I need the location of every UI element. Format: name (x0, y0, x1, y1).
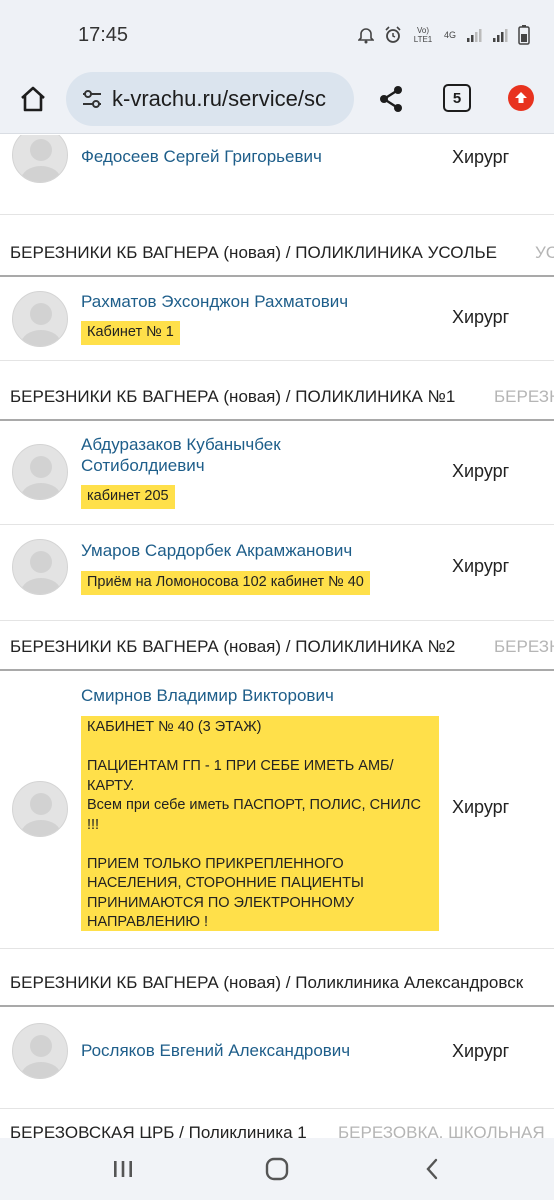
system-nav-bar (0, 1138, 554, 1200)
back-icon (426, 1158, 438, 1180)
home-button[interactable] (16, 82, 50, 116)
signal-icon (466, 24, 482, 46)
status-icons: Vo) LTE1 4G (357, 24, 530, 46)
alarm-icon (384, 24, 402, 46)
doctor-name[interactable]: Умаров Сардорбек Акрамжанович (81, 541, 352, 561)
clinic-section-header[interactable]: БЕРЕЗНИКИ КБ ВАГНЕРА (новая) / ПОЛИКЛИНИ… (0, 625, 554, 671)
doctor-specialty: Хирург (452, 556, 510, 576)
next-clinic-tab[interactable]: УС (535, 243, 554, 263)
note-line: !!! (87, 816, 100, 833)
volte-icon: Vo) LTE1 (412, 24, 434, 46)
doctor-specialty: Хирург (452, 1041, 510, 1061)
url-bar[interactable]: k-vrachu.ru/service/sc (66, 72, 354, 126)
status-time: 17:45 (78, 24, 129, 46)
status-bar: 17:45 Vo) LTE1 4G (0, 0, 554, 68)
next-clinic-tab[interactable]: БЕРЕЗН (494, 637, 554, 657)
avatar (12, 291, 68, 347)
avatar (12, 781, 68, 837)
next-clinic-tab[interactable]: БЕРЕЗОВКА, ШКОЛЬНАЯ (338, 1123, 545, 1138)
clinic-section-title: БЕРЕЗНИКИ КБ ВАГНЕРА (новая) / ПОЛИКЛИНИ… (10, 637, 456, 656)
note-line: ПРИНИМАЮТСЯ ПО ЭЛЕКТРОННОМУ (87, 894, 355, 911)
doctor-row[interactable]: Умаров Сардорбек Акрамжанович Приём на Л… (0, 525, 554, 621)
clinic-section-header[interactable]: БЕРЕЗНИКИ КБ ВАГНЕРА (новая) / ПОЛИКЛИНИ… (0, 231, 554, 277)
clinic-section-header[interactable]: БЕРЕЗОВСКАЯ ЦРБ / Поликлиника 1 БЕРЕЗОВК… (0, 1111, 554, 1138)
avatar (12, 1023, 68, 1079)
doctor-specialty: Хирург (452, 797, 510, 817)
browser-toolbar: k-vrachu.ru/service/sc 5 (0, 68, 554, 134)
home-nav-icon (265, 1157, 289, 1181)
doctor-specialty: Хирург (452, 147, 510, 167)
clinic-section-title: БЕРЕЗОВСКАЯ ЦРБ / Поликлиника 1 (10, 1123, 307, 1138)
doctor-name-line1[interactable]: Абдуразаков Кубанычбек (81, 435, 281, 455)
home-nav-button[interactable] (262, 1154, 292, 1184)
clinic-section-title: БЕРЕЗНИКИ КБ ВАГНЕРА (новая) / ПОЛИКЛИНИ… (10, 387, 456, 406)
recent-apps-icon (114, 1161, 132, 1177)
tab-switcher-button[interactable]: 5 (443, 84, 471, 112)
note-line: КАРТУ. (87, 777, 135, 794)
battery-icon (518, 24, 530, 46)
doctor-note: кабинет 205 (81, 485, 175, 509)
note-line: ПАЦИЕНТАМ ГП - 1 ПРИ СЕБЕ ИМЕТЬ АМБ/ (87, 758, 394, 774)
note-line: НАПРАВЛЕНИЮ ! (87, 914, 209, 930)
clinic-section-header[interactable]: БЕРЕЗНИКИ КБ ВАГНЕРА (новая) / ПОЛИКЛИНИ… (0, 375, 554, 421)
doctor-name[interactable]: Федосеев Сергей Григорьевич (81, 147, 322, 167)
clinic-section-header[interactable]: БЕРЕЗНИКИ КБ ВАГНЕРА (новая) / Поликлини… (0, 961, 554, 1007)
clinic-section-title: БЕРЕЗНИКИ КБ ВАГНЕРА (новая) / ПОЛИКЛИНИ… (10, 243, 497, 262)
note-line (87, 835, 433, 855)
note-line: Всем при себе иметь ПАСПОРТ, ПОЛИС, СНИЛ… (87, 797, 421, 813)
update-arrow-icon (515, 92, 527, 103)
back-button[interactable] (418, 1154, 448, 1184)
network-label: Vo) LTE1 (413, 26, 433, 44)
signal-icon-2 (492, 24, 508, 46)
note-line: ПРИЕМ ТОЛЬКО ПРИКРЕПЛЕННОГО (87, 855, 344, 872)
doctor-name[interactable]: Рахматов Эхсонджон Рахматович (81, 292, 348, 312)
doctor-specialty: Хирург (452, 307, 510, 327)
doctor-row[interactable]: Рахматов Эхсонджон Рахматович Кабинет № … (0, 279, 554, 361)
doctor-name[interactable]: Росляков Евгений Александрович (81, 1041, 350, 1061)
avatar (12, 444, 68, 500)
network-type-label: 4G (443, 30, 456, 40)
note-line (87, 738, 433, 758)
doctor-specialty: Хирург (452, 461, 510, 481)
notification-icon (357, 24, 374, 46)
doctor-row[interactable]: Федосеев Сергей Григорьевич Хирург (0, 135, 554, 215)
doctor-note: КАБИНЕТ № 40 (3 ЭТАЖ) ПАЦИЕНТАМ ГП - 1 П… (81, 716, 439, 931)
avatar (12, 135, 68, 183)
clinic-section-title: БЕРЕЗНИКИ КБ ВАГНЕРА (новая) / Поликлини… (10, 973, 524, 992)
share-button[interactable] (374, 82, 408, 116)
next-clinic-tab[interactable]: БЕРЕЗН (494, 387, 554, 407)
doctor-row[interactable]: Смирнов Владимир Викторович КАБИНЕТ № 40… (0, 673, 554, 949)
site-settings-icon[interactable] (80, 87, 104, 111)
recent-apps-button[interactable] (108, 1154, 138, 1184)
tab-count: 5 (452, 89, 462, 107)
note-line: КАБИНЕТ № 40 (3 ЭТАЖ) (87, 719, 262, 735)
url-text[interactable]: k-vrachu.ru/service/sc (112, 86, 326, 112)
doctor-name[interactable]: Смирнов Владимир Викторович (81, 686, 334, 706)
doctor-note: Кабинет № 1 (81, 321, 180, 345)
update-button[interactable] (508, 85, 534, 111)
share-icon (380, 86, 402, 112)
note-line: НАСЕЛЕНИЯ, СТОРОННИЕ ПАЦИЕНТЫ (87, 875, 364, 891)
home-icon (21, 86, 45, 112)
doctor-row[interactable]: Росляков Евгений Александрович Хирург (0, 1009, 554, 1109)
doctor-name-line2[interactable]: Сотиболдиевич (81, 456, 205, 476)
avatar (12, 539, 68, 595)
doctor-note: Приём на Ломоносова 102 кабинет № 40 (81, 571, 370, 595)
doctor-row[interactable]: Абдуразаков Кубанычбек Сотиболдиевич каб… (0, 423, 554, 525)
page-content: Федосеев Сергей Григорьевич Хирург БЕРЕЗ… (0, 135, 554, 1138)
